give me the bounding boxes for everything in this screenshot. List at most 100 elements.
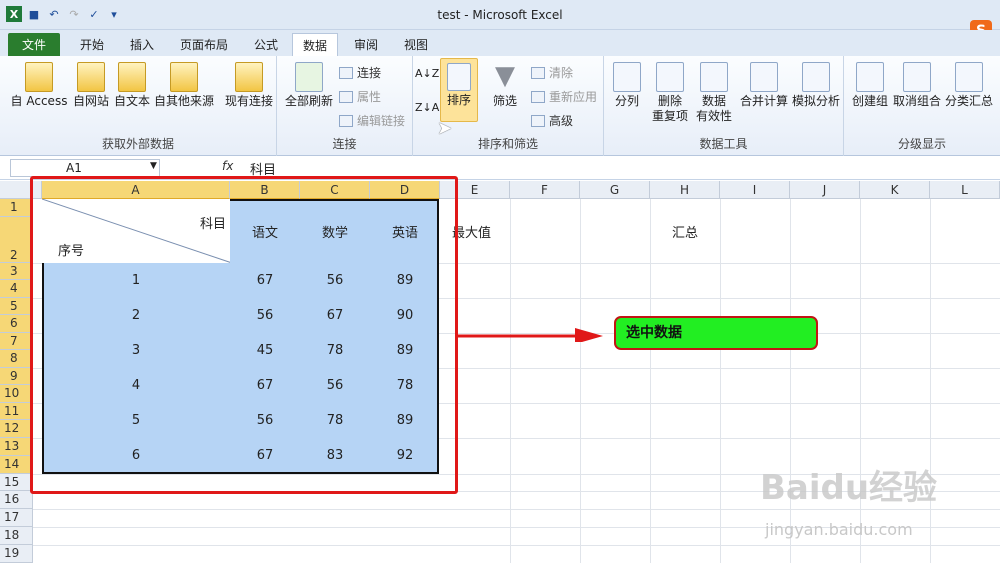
tab-data[interactable]: 数据 [292, 33, 339, 56]
reapply-button[interactable]: 重新应用 [531, 88, 597, 105]
column-header-h[interactable]: H [650, 181, 720, 199]
group-label: 连接 [332, 137, 357, 151]
ungroup-button[interactable]: 取消组合 [892, 62, 942, 109]
clear-button[interactable]: 清除 [531, 64, 573, 81]
clear-icon [531, 66, 545, 79]
chevron-down-icon[interactable]: ▼ [150, 161, 157, 171]
grid-line [33, 509, 1000, 510]
sort-asc-icon[interactable]: A↓Z [415, 66, 439, 81]
tab-review[interactable]: 审阅 [344, 33, 388, 56]
column-header-l[interactable]: L [930, 181, 1000, 199]
other-sources-icon [170, 62, 198, 92]
column-header-i[interactable]: I [720, 181, 790, 199]
window-title: test - Microsoft Excel [437, 8, 563, 22]
what-if-icon [802, 62, 830, 92]
tab-insert[interactable]: 插入 [120, 33, 164, 56]
consolidate-button[interactable]: 合并计算 [738, 62, 790, 109]
highlight-box [30, 176, 458, 494]
data-validation-button[interactable]: 数据 有效性 [692, 62, 736, 124]
row-header[interactable]: 4 [0, 280, 33, 298]
row-header[interactable]: 18 [0, 527, 33, 545]
arrow-icon [457, 328, 603, 342]
group-icon [856, 62, 884, 92]
edit-links-button[interactable]: 编辑链接 [339, 112, 405, 129]
row-header[interactable]: 11 [0, 403, 33, 420]
subtotal-icon [955, 62, 983, 92]
name-box[interactable]: A1 [10, 159, 160, 177]
refresh-all-button[interactable]: 全部刷新 [283, 62, 335, 109]
tab-formulas[interactable]: 公式 [244, 33, 288, 56]
from-text-button[interactable]: 自文本 [112, 62, 152, 109]
filter-button[interactable]: ▼ 筛选 [483, 62, 527, 109]
row-header[interactable]: 15 [0, 474, 33, 491]
existing-connections-button[interactable]: 现有连接 [222, 62, 276, 109]
column-header-k[interactable]: K [860, 181, 930, 199]
row-header[interactable]: 12 [0, 420, 33, 438]
cell-h1[interactable]: 汇总 [650, 222, 720, 241]
text-icon [118, 62, 146, 92]
group-sort-filter: A↓Z Z↓A 排序 ▼ 筛选 清除 重新应用 高级 排序和筛选 ➤ [413, 56, 604, 156]
connections-button[interactable]: 连接 [339, 64, 381, 81]
properties-icon [339, 90, 353, 103]
reapply-icon [531, 90, 545, 103]
advanced-icon [531, 114, 545, 127]
row-header[interactable]: 6 [0, 315, 33, 333]
from-web-button[interactable]: 自网站 [70, 62, 112, 109]
tab-view[interactable]: 视图 [394, 33, 438, 56]
text-to-columns-button[interactable]: 分列 [608, 62, 646, 109]
row-header[interactable]: 3 [0, 263, 33, 280]
column-header-g[interactable]: G [580, 181, 650, 199]
mouse-cursor-icon: ➤ [437, 118, 453, 139]
group-button[interactable]: 创建组 [848, 62, 892, 109]
group-connections: 全部刷新 连接 属性 编辑链接 连接 [277, 56, 413, 156]
tab-page-layout[interactable]: 页面布局 [170, 33, 238, 56]
subtotal-button[interactable]: 分类汇总 [942, 62, 996, 109]
filter-icon: ▼ [495, 61, 515, 91]
row-header[interactable]: 1 [0, 199, 33, 217]
sort-icon [447, 63, 471, 91]
properties-button[interactable]: 属性 [339, 88, 381, 105]
row-header[interactable]: 10 [0, 385, 33, 403]
remove-duplicates-button[interactable]: 删除 重复项 [648, 62, 692, 124]
what-if-analysis-button[interactable]: 模拟分析 [790, 62, 842, 109]
from-access-button[interactable]: 自 Access [10, 62, 68, 109]
sort-desc-icon[interactable]: Z↓A [415, 100, 439, 115]
data-validation-icon [700, 62, 728, 92]
remove-duplicates-icon [656, 62, 684, 92]
annotation-callout: 选中数据 [614, 316, 818, 350]
row-header[interactable]: 13 [0, 438, 33, 456]
ungroup-icon [903, 62, 931, 92]
ribbon-tabs: 文件 开始 插入 页面布局 公式 数据 审阅 视图 [0, 30, 1000, 56]
row-header[interactable]: 5 [0, 298, 33, 315]
group-label: 获取外部数据 [101, 137, 174, 151]
group-data-tools: 分列 删除 重复项 数据 有效性 合并计算 模拟分析 数据工具 [604, 56, 844, 156]
grid-line [33, 545, 1000, 546]
row-header[interactable]: 9 [0, 368, 33, 385]
edit-links-icon [339, 114, 353, 127]
refresh-icon [295, 62, 323, 92]
access-icon [25, 62, 53, 92]
watermark-url: jingyan.baidu.com [765, 520, 913, 539]
sort-button[interactable]: 排序 [440, 58, 478, 122]
advanced-button[interactable]: 高级 [531, 112, 573, 129]
consolidate-icon [750, 62, 778, 92]
row-header[interactable]: 8 [0, 350, 33, 368]
row-header[interactable]: 19 [0, 545, 33, 563]
insert-function-icon[interactable]: fx [222, 159, 233, 173]
group-outline: 创建组 取消组合 分类汇总 分级显示 [844, 56, 1000, 156]
row-header[interactable]: 16 [0, 491, 33, 509]
from-other-sources-button[interactable]: 自其他来源 [152, 62, 216, 109]
tab-file[interactable]: 文件 [8, 33, 60, 56]
web-icon [77, 62, 105, 92]
row-header[interactable]: 14 [0, 456, 33, 474]
existing-connections-icon [235, 62, 263, 92]
tab-home[interactable]: 开始 [70, 33, 114, 56]
row-header[interactable]: 2 [0, 217, 33, 263]
row-header[interactable]: 7 [0, 333, 33, 350]
title-bar: X ■ ↶ ↷ ✓ ▾ test - Microsoft Excel [0, 0, 1000, 30]
text-to-columns-icon [613, 62, 641, 92]
row-header[interactable]: 17 [0, 509, 33, 527]
column-header-j[interactable]: J [790, 181, 860, 199]
ribbon: 自 Access 自网站 自文本 自其他来源 现有连接 获取外部数据 全部刷新 … [0, 56, 1000, 156]
column-header-f[interactable]: F [510, 181, 580, 199]
